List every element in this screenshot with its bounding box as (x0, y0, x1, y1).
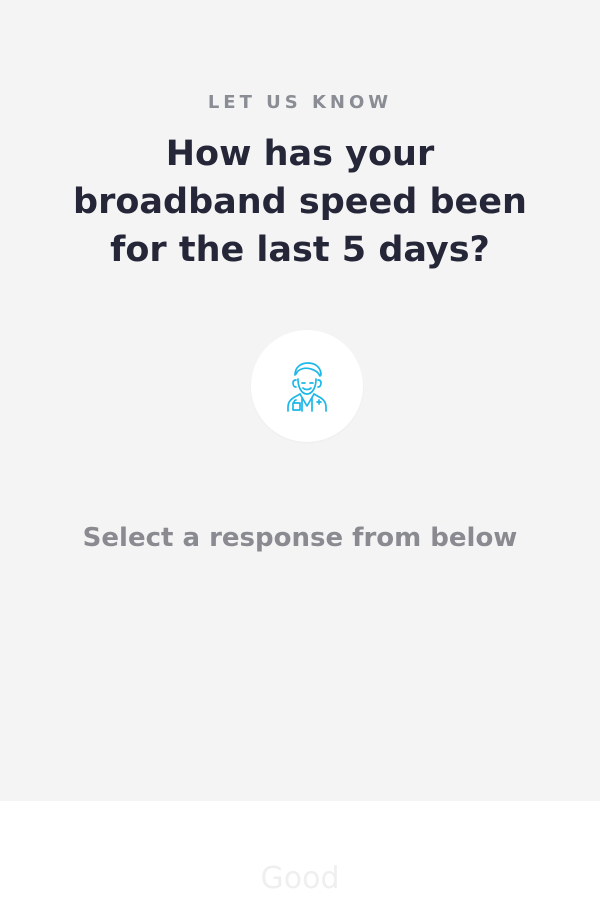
avatar-circle (251, 330, 363, 442)
response-instruction: Select a response from below (82, 523, 518, 553)
survey-question: How has your broadband speed been for th… (73, 134, 527, 270)
response-panel: Good (0, 801, 600, 900)
support-agent-icon (287, 362, 327, 412)
survey-content: LET US KNOW How has your broadband speed… (0, 0, 600, 800)
survey-eyebrow: LET US KNOW (207, 92, 393, 113)
survey-screen: LET US KNOW How has your broadband speed… (0, 0, 600, 900)
response-option-good[interactable]: Good (0, 859, 600, 899)
